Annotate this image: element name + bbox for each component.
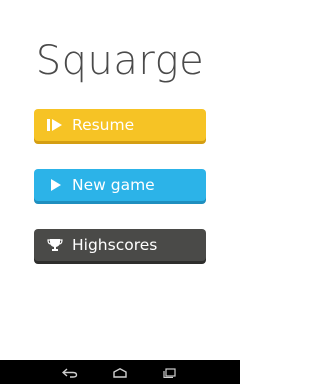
play-icon [46, 176, 64, 194]
new-game-button[interactable]: New game [34, 169, 206, 201]
highscores-label: Highscores [72, 236, 158, 254]
back-icon [61, 363, 78, 382]
recent-apps-icon [162, 363, 178, 382]
resume-label: Resume [72, 116, 135, 134]
home-icon [112, 363, 128, 382]
resume-icon [46, 116, 64, 134]
highscores-button[interactable]: Highscores [34, 229, 206, 261]
resume-button[interactable]: Resume [34, 109, 206, 141]
system-navigation-bar [0, 360, 240, 384]
app-title: Squarge [35, 38, 205, 84]
new-game-label: New game [72, 176, 155, 194]
back-button[interactable] [45, 360, 95, 384]
trophy-icon [46, 236, 64, 254]
main-menu-screen: Squarge Resume New game Highscores [0, 0, 240, 384]
home-button[interactable] [95, 360, 145, 384]
recent-apps-button[interactable] [145, 360, 195, 384]
